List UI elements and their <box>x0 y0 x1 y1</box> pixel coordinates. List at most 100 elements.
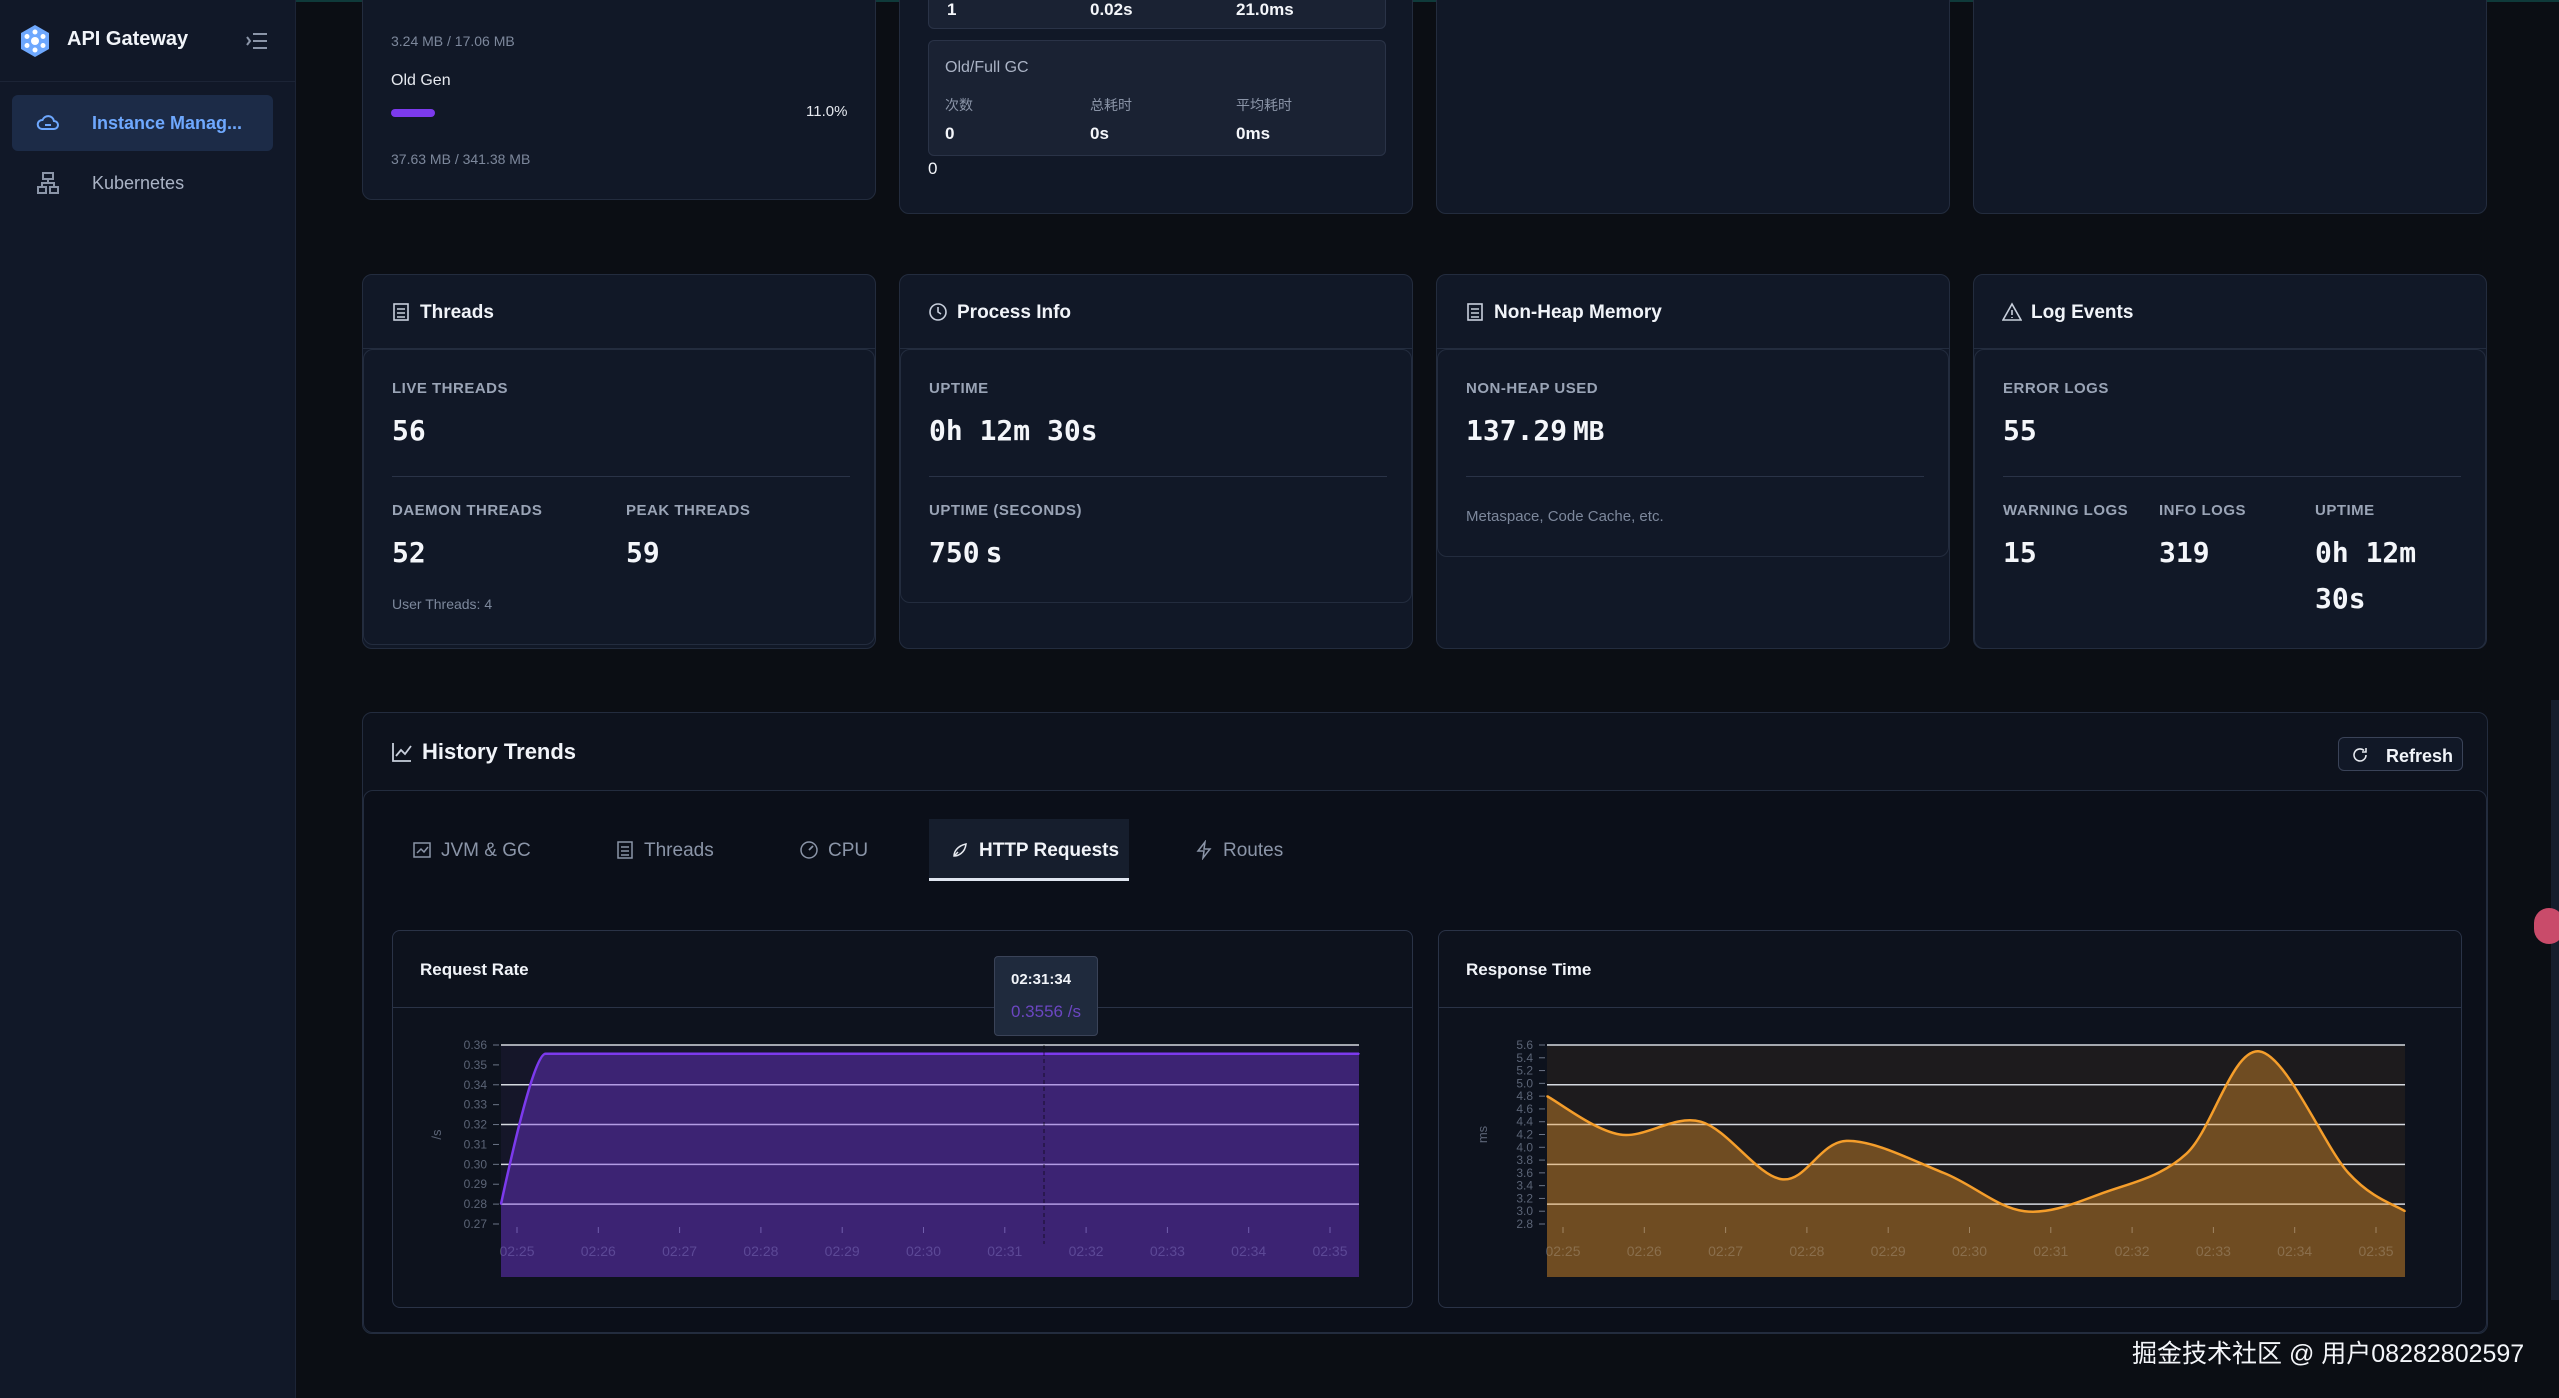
y-tick-label: 0.27 <box>464 1217 488 1231</box>
data-point <box>1147 1052 1150 1055</box>
data-point <box>1546 1095 1548 1097</box>
gateway-logo-icon <box>21 25 49 57</box>
gc-footer-value: 0 <box>928 159 938 178</box>
y-tick-label: 0.35 <box>464 1058 488 1072</box>
non-heap-card-body: NON-HEAP USED 137.29 MB Metaspace, Code C… <box>1437 349 1949 557</box>
daemon-threads-value: 52 <box>392 536 426 569</box>
chart-icon <box>413 842 431 858</box>
chart-title: Response Time <box>1466 960 1592 979</box>
y-axis-label: /s <box>429 1129 444 1140</box>
gc-col-total: 总耗时 <box>1090 97 1132 113</box>
rocket-icon <box>953 843 967 857</box>
data-point <box>904 1052 907 1055</box>
divider <box>392 476 850 477</box>
lightning-icon <box>1196 840 1212 860</box>
tab-label: HTTP Requests <box>979 840 1120 861</box>
watermark: 掘金技术社区 @ 用户08282802597 <box>2132 1340 2525 1368</box>
error-logs-label: ERROR LOGS <box>2003 380 2109 397</box>
gc-col-count: 次数 <box>945 97 973 113</box>
page-scrollbar[interactable] <box>2551 700 2559 1300</box>
gc-card: 1 0.02s 21.0ms Old/Full GC 次数 总耗时 平均耗时 0… <box>899 0 1413 214</box>
data-point <box>581 1052 583 1055</box>
tab-routes[interactable]: Routes <box>1194 819 1304 881</box>
data-point <box>1619 1133 1621 1136</box>
history-body: JVM & GC Threads CPU HTTP Requests Route… <box>363 790 2487 1333</box>
non-heap-used-number: 137.29 <box>1466 414 1568 447</box>
tab-jvm-gc[interactable]: JVM & GC <box>412 819 542 881</box>
y-tick-label: 0.28 <box>464 1197 488 1211</box>
refresh-label: Refresh <box>2386 746 2454 766</box>
app-title: API Gateway <box>67 28 189 50</box>
gc-col-avg: 平均耗时 <box>1236 97 1292 113</box>
clock-icon <box>929 303 947 321</box>
y-tick-label: 0.32 <box>464 1118 488 1132</box>
uptime-seconds-unit: s <box>985 536 1003 569</box>
data-point <box>1780 1178 1783 1181</box>
divider <box>1466 476 1924 477</box>
history-trends-panel: History Trends Refresh JVM & GC Threads … <box>362 712 2488 1334</box>
refresh-button[interactable]: Refresh <box>2338 737 2463 771</box>
non-heap-note: Metaspace, Code Cache, etc. <box>1466 508 1664 525</box>
info-logs-label: INFO LOGS <box>2159 502 2246 519</box>
data-point <box>2023 1210 2026 1213</box>
tooltip-value: 0.3556 /s <box>1011 1002 1081 1021</box>
data-point <box>500 1203 502 1205</box>
uptime-seconds-value: 750 s <box>929 536 1002 569</box>
response-time-plot: 5.65.45.25.04.84.64.44.24.03.83.63.43.23… <box>1475 1038 2406 1277</box>
tab-cpu[interactable]: CPU <box>799 819 889 881</box>
young-gen-usage: 3.24 MB / 17.06 MB <box>391 33 515 49</box>
young-gc-total: 0.02s <box>1090 0 1133 19</box>
error-logs-value: 55 <box>2003 414 2037 447</box>
empty-card-2 <box>1973 0 2487 214</box>
tab-label: Threads <box>644 840 714 861</box>
log-uptime-line1: 0h 12m <box>2315 536 2417 569</box>
old-gc-avg: 0ms <box>1236 124 1271 143</box>
data-point <box>1066 1052 1069 1055</box>
empty-card-1 <box>1436 0 1950 214</box>
chart-header: Response Time <box>1439 931 2461 1008</box>
non-heap-used-value: 137.29 MB <box>1466 414 1604 447</box>
data-point <box>743 1052 745 1055</box>
non-heap-card: Non-Heap Memory NON-HEAP USED 137.29 MB M… <box>1436 274 1950 649</box>
log-events-card: Log Events ERROR LOGS 55 WARNING LOGS 15… <box>1973 274 2487 649</box>
data-point <box>1228 1052 1231 1055</box>
peak-threads-label: PEAK THREADS <box>626 502 751 519</box>
threads-card: Threads LIVE THREADS 56 DAEMON THREADS 5… <box>362 274 876 649</box>
data-point <box>985 1052 988 1055</box>
gauge-icon <box>800 841 818 859</box>
info-logs-value: 319 <box>2159 536 2210 569</box>
non-heap-used-label: NON-HEAP USED <box>1466 380 1599 397</box>
uptime-seconds-number: 750 <box>929 536 980 569</box>
young-gc-avg: 21.0ms <box>1236 0 1294 19</box>
tab-http-requests[interactable]: HTTP Requests <box>929 819 1129 881</box>
tab-threads[interactable]: Threads <box>615 819 725 881</box>
data-point <box>1942 1172 1945 1174</box>
tooltip-time: 02:31:34 <box>1011 971 1072 988</box>
data-point <box>2185 1152 2188 1155</box>
tab-label: JVM & GC <box>441 840 531 861</box>
divider <box>929 476 1387 477</box>
y-tick-label: 0.30 <box>464 1157 488 1171</box>
warning-triangle-icon <box>2002 302 2022 321</box>
log-uptime-line2: 30s <box>2315 582 2366 615</box>
series-area <box>501 1053 1359 1277</box>
sidebar-item-kubernetes[interactable]: Kubernetes <box>12 155 273 211</box>
young-gc-box: 1 0.02s 21.0ms <box>928 0 1386 29</box>
list-icon <box>393 303 409 321</box>
old-gc-title: Old/Full GC <box>945 59 1029 76</box>
y-tick-label: 0.34 <box>464 1078 488 1092</box>
chart-header: Request Rate <box>393 931 1412 1008</box>
old-gc-total: 0s <box>1090 124 1109 143</box>
collapse-menu-icon[interactable] <box>244 28 270 54</box>
threads-card-body: LIVE THREADS 56 DAEMON THREADS 52 PEAK T… <box>363 349 875 645</box>
response-time-chart: Response Time 5.6 5.4 5.2 5.0 4.8 4.6 4.4 4.2 4.… <box>1438 930 2462 1308</box>
y-tick-label: 0.29 <box>464 1177 488 1191</box>
y-tick-label: 0.33 <box>464 1098 488 1112</box>
live-threads-label: LIVE THREADS <box>392 380 509 397</box>
floating-action-button[interactable] <box>2534 908 2559 944</box>
sidebar-item-instance-management[interactable]: Instance Manag... <box>12 95 273 151</box>
peak-threads-value: 59 <box>626 536 660 569</box>
refresh-icon <box>2353 748 2367 762</box>
memory-icon <box>1467 303 1483 321</box>
old-gen-percent: 11.0% <box>806 103 848 120</box>
